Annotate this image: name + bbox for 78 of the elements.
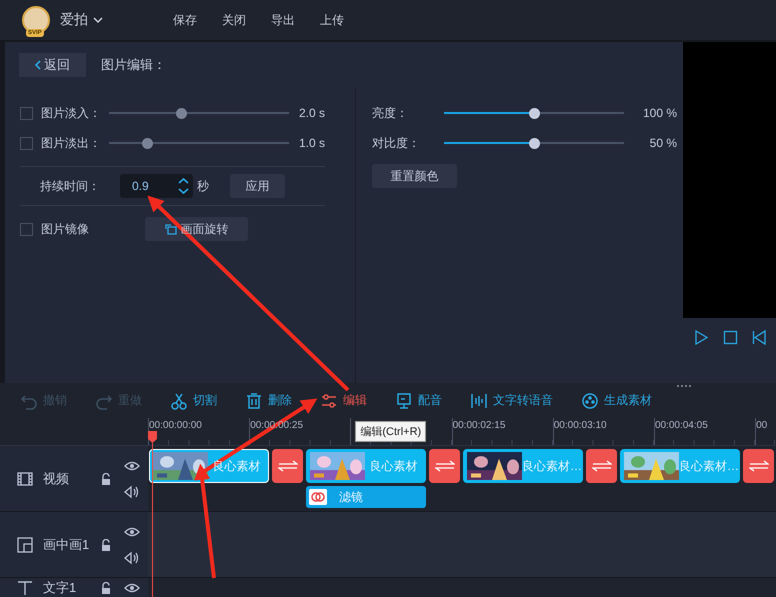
film-icon	[17, 470, 33, 486]
transition-block[interactable]	[743, 449, 774, 483]
drag-handle-icon[interactable]	[676, 384, 692, 388]
tooltip: 编辑(Ctrl+R)	[355, 421, 426, 442]
time-label: 00:00:04:05	[654, 420, 708, 431]
back-button[interactable]: 返回	[19, 53, 86, 77]
swap-icon	[592, 460, 612, 472]
rotate-icon	[164, 223, 176, 235]
time-label: 00:00:03:10	[554, 420, 607, 431]
text-icon	[17, 580, 33, 596]
unit-label: 秒	[197, 178, 210, 194]
swap-icon	[278, 460, 298, 472]
delete-button[interactable]: 删除	[245, 392, 292, 410]
stop-icon[interactable]	[723, 330, 738, 345]
slider-value: 50 %	[648, 136, 677, 150]
eye-icon[interactable]	[124, 581, 140, 595]
apply-button[interactable]: 应用	[230, 174, 285, 198]
transition-block[interactable]	[586, 449, 617, 483]
mirror-label: 图片镜像	[41, 220, 90, 238]
filter-icon	[309, 489, 327, 505]
monitor-icon	[397, 392, 411, 408]
menu-item[interactable]: 上传	[320, 12, 344, 28]
transition-block[interactable]	[272, 449, 303, 483]
track-name: 文字1	[43, 579, 78, 597]
waveform-icon	[471, 392, 487, 408]
speaker-icon[interactable]	[124, 484, 140, 498]
time-label: 00:00:00:00	[149, 420, 202, 431]
trash-icon	[246, 392, 262, 408]
scissors-icon	[171, 392, 187, 410]
previous-icon[interactable]	[752, 330, 767, 345]
panel-title: 图片编辑：	[101, 56, 166, 74]
picture-in-picture-icon	[17, 536, 33, 552]
slider-thumb[interactable]	[529, 108, 540, 118]
chevron-down-icon[interactable]	[93, 16, 103, 24]
slider-thumb[interactable]	[529, 138, 540, 148]
slider-value: 2.0 s	[299, 106, 326, 120]
menu-item[interactable]: 保存	[173, 12, 197, 28]
dub-button[interactable]: 配音	[395, 392, 442, 410]
swap-icon	[748, 460, 768, 472]
clip-label: 良心素材	[368, 458, 418, 474]
undo-icon	[21, 394, 37, 410]
reset-color-button[interactable]: 重置颜色	[372, 164, 457, 188]
track-name: 视频	[43, 470, 70, 488]
speaker-icon[interactable]	[124, 550, 140, 564]
duration-field[interactable]: 0.9	[120, 174, 193, 198]
generate-button[interactable]: 生成素材	[581, 392, 652, 410]
clip-label: 良心素材…	[679, 458, 739, 474]
play-icon[interactable]	[694, 330, 709, 345]
menu-item[interactable]: 关闭	[222, 12, 246, 28]
cut-button[interactable]: 切割	[170, 392, 217, 410]
tts-button[interactable]: 文字转语音	[470, 392, 553, 410]
track-name: 画中画1	[43, 536, 90, 554]
menu-item[interactable]: 导出	[271, 12, 295, 28]
user-name[interactable]: 爱拍	[60, 11, 88, 29]
slider-value: 1.0 s	[299, 136, 326, 150]
lock-icon[interactable]	[101, 472, 111, 484]
chevron-left-icon	[35, 60, 41, 70]
lock-icon[interactable]	[101, 582, 111, 594]
slider-value: 100 %	[642, 106, 677, 120]
adjust-label: 对比度：	[372, 134, 421, 152]
transition-block[interactable]	[429, 449, 460, 483]
edit-button[interactable]: 编辑	[320, 392, 367, 410]
lock-icon[interactable]	[101, 538, 111, 550]
clip-label: 良心素材…	[522, 458, 582, 474]
spinner-arrows-icon[interactable]	[178, 176, 189, 196]
redo-icon	[96, 394, 112, 410]
adjust-label: 亮度：	[372, 104, 409, 122]
fade-label: 图片淡入：	[41, 104, 102, 122]
playhead[interactable]	[148, 431, 157, 597]
dotted-circle-icon	[582, 392, 598, 408]
fade-label: 图片淡出：	[41, 134, 102, 152]
duration-label: 持续时间：	[40, 178, 101, 194]
filter-label: 滤镜	[339, 488, 363, 506]
checkbox[interactable]	[20, 222, 33, 236]
time-label: 00	[756, 420, 768, 431]
swap-icon	[434, 460, 454, 472]
sliders-icon	[321, 394, 337, 408]
time-label: 00:00:02:15	[452, 420, 506, 431]
